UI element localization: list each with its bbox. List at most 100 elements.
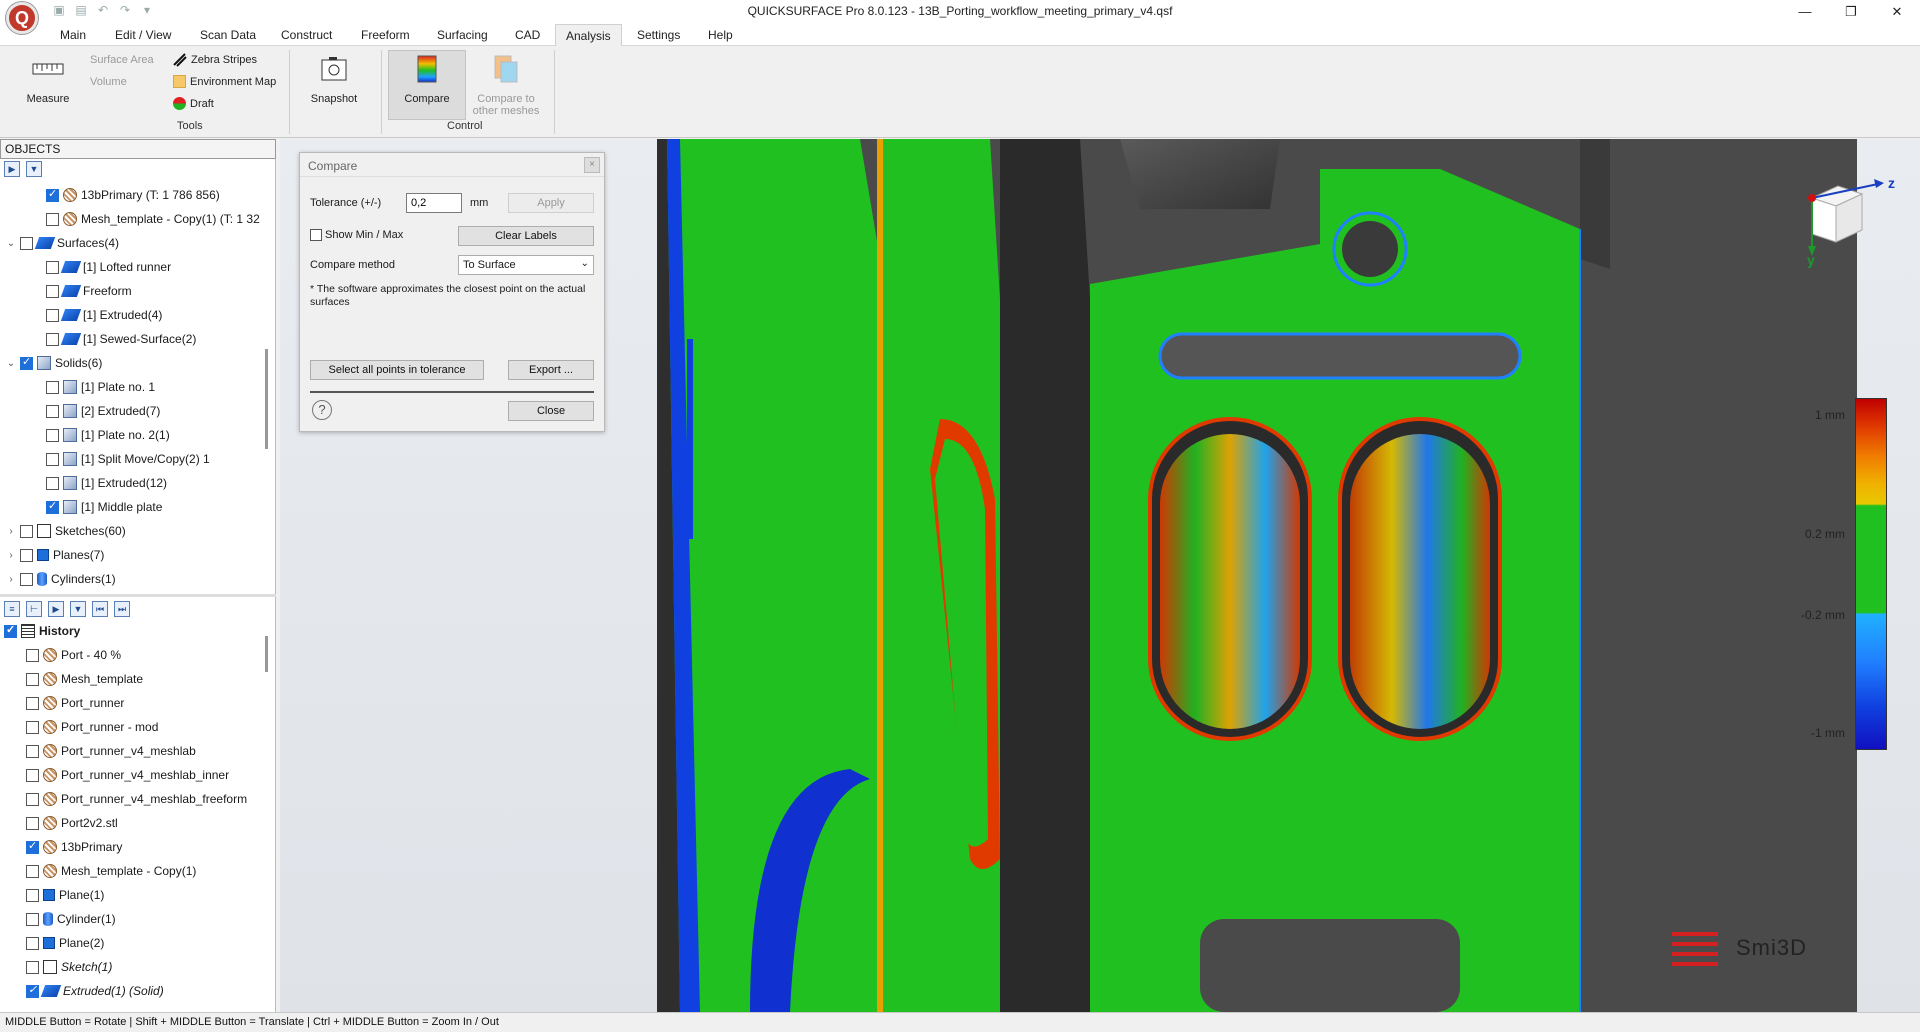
- tree-row[interactable]: [1] Plate no. 2(1): [46, 425, 170, 445]
- tab-freeform[interactable]: Freeform: [361, 28, 410, 42]
- tree-row[interactable]: [1] Lofted runner: [46, 257, 171, 277]
- tab-main[interactable]: Main: [60, 28, 86, 42]
- history-row[interactable]: Port_runner_v4_meshlab: [26, 741, 196, 761]
- history-row[interactable]: Port_runner: [26, 693, 124, 713]
- dialog-close-icon[interactable]: ×: [584, 157, 600, 173]
- tree-row[interactable]: [2] Extruded(7): [46, 401, 160, 421]
- close-button[interactable]: Close: [508, 401, 594, 421]
- tree-row[interactable]: [1] Extruded(12): [46, 473, 167, 493]
- help-icon[interactable]: ?: [312, 400, 332, 420]
- panel-divider[interactable]: [0, 594, 276, 597]
- expand-icon[interactable]: ▶: [48, 601, 64, 617]
- history-row[interactable]: Port2v2.stl: [26, 813, 118, 833]
- visibility-checkbox[interactable]: [20, 355, 33, 370]
- tree-row[interactable]: [1] Sewed-Surface(2): [46, 329, 196, 349]
- visibility-checkbox[interactable]: [20, 548, 33, 562]
- app-logo-icon[interactable]: Q: [6, 2, 38, 34]
- clear-labels-button[interactable]: Clear Labels: [458, 226, 594, 246]
- visibility-checkbox[interactable]: [26, 696, 39, 710]
- chevron-down-icon[interactable]: ⌄: [6, 358, 16, 369]
- tree-row[interactable]: [1] Plate no. 1: [46, 377, 155, 397]
- tree-view-icon[interactable]: ⊢: [26, 601, 42, 617]
- environment-map-button[interactable]: Environment Map: [173, 75, 276, 88]
- history-scrollbar[interactable]: [265, 636, 268, 672]
- tab-analysis[interactable]: Analysis: [555, 24, 622, 47]
- visibility-checkbox[interactable]: [26, 768, 39, 782]
- tab-scan-data[interactable]: Scan Data: [200, 28, 256, 42]
- visibility-checkbox[interactable]: [46, 380, 59, 394]
- visibility-checkbox[interactable]: [46, 308, 59, 322]
- chevron-right-icon[interactable]: ›: [6, 574, 16, 585]
- history-root[interactable]: History: [4, 621, 80, 641]
- list-view-icon[interactable]: ≡: [4, 601, 20, 617]
- visibility-checkbox[interactable]: [26, 888, 39, 902]
- history-row[interactable]: Port_runner_v4_meshlab_freeform: [26, 789, 247, 809]
- zebra-stripes-button[interactable]: Zebra Stripes: [173, 53, 257, 67]
- tree-row[interactable]: [1] Split Move/Copy(2) 1: [46, 449, 210, 469]
- tree-row[interactable]: › Sketches(60): [6, 521, 126, 541]
- visibility-checkbox[interactable]: [26, 960, 39, 974]
- visibility-checkbox[interactable]: [26, 983, 39, 998]
- history-row[interactable]: Mesh_template - Copy(1): [26, 861, 196, 881]
- visibility-checkbox[interactable]: [4, 623, 17, 638]
- history-row[interactable]: 13bPrimary: [26, 837, 122, 857]
- tree-row[interactable]: Freeform: [46, 281, 132, 301]
- history-row[interactable]: Cylinder(1): [26, 909, 116, 929]
- filter-icon[interactable]: ▼: [70, 601, 86, 617]
- visibility-checkbox[interactable]: [46, 452, 59, 466]
- history-row[interactable]: Port_runner_v4_meshlab_inner: [26, 765, 229, 785]
- tree-row[interactable]: › Cylinders(1): [6, 569, 116, 589]
- axis-orientation-gizmo[interactable]: [1800, 178, 1900, 268]
- snapshot-button[interactable]: Snapshot: [304, 54, 364, 105]
- close-icon[interactable]: ✕: [1874, 0, 1920, 24]
- visibility-checkbox[interactable]: [20, 572, 33, 586]
- tree-row[interactable]: Mesh_template - Copy(1) (T: 1 32: [46, 209, 260, 229]
- history-row[interactable]: Sketch(1): [26, 957, 112, 977]
- history-row[interactable]: Plane(2): [26, 933, 104, 953]
- tree-row[interactable]: ⌄ Solids(6): [6, 353, 102, 373]
- show-minmax-box[interactable]: [310, 229, 322, 241]
- compare-method-select[interactable]: To Surface ⌄: [458, 255, 594, 275]
- history-row[interactable]: Mesh_template: [26, 669, 143, 689]
- measure-button[interactable]: Measure: [22, 54, 74, 105]
- chevron-down-icon[interactable]: ⌄: [6, 238, 16, 249]
- visibility-checkbox[interactable]: [26, 864, 39, 878]
- tolerance-input[interactable]: [406, 193, 462, 213]
- minimize-icon[interactable]: —: [1782, 0, 1828, 24]
- tree-row[interactable]: [1] Middle plate: [46, 497, 162, 517]
- objects-scrollbar[interactable]: [265, 349, 268, 449]
- last-step-icon[interactable]: ⏭: [114, 601, 130, 617]
- restore-icon[interactable]: ❐: [1828, 0, 1874, 24]
- apply-button[interactable]: Apply: [508, 193, 594, 213]
- tab-cad[interactable]: CAD: [515, 28, 540, 42]
- tab-edit-view[interactable]: Edit / View: [115, 28, 171, 42]
- first-step-icon[interactable]: ⏮: [92, 601, 108, 617]
- visibility-checkbox[interactable]: [46, 260, 59, 274]
- tab-construct[interactable]: Construct: [281, 28, 332, 42]
- expand-icon[interactable]: ▶: [4, 161, 20, 177]
- visibility-checkbox[interactable]: [46, 332, 59, 346]
- compare-other-meshes-button[interactable]: Compare to other meshes: [468, 54, 544, 117]
- visibility-checkbox[interactable]: [26, 720, 39, 734]
- history-row[interactable]: Port - 40 %: [26, 645, 121, 665]
- visibility-checkbox[interactable]: [26, 912, 39, 926]
- visibility-checkbox[interactable]: [46, 212, 59, 226]
- visibility-checkbox[interactable]: [46, 476, 59, 490]
- tree-row[interactable]: [1] Extruded(4): [46, 305, 162, 325]
- tree-row[interactable]: 13bPrimary (T: 1 786 856): [46, 185, 220, 205]
- visibility-checkbox[interactable]: [26, 792, 39, 806]
- show-minmax-checkbox[interactable]: Show Min / Max: [310, 229, 403, 241]
- select-all-in-tolerance-button[interactable]: Select all points in tolerance: [310, 360, 484, 380]
- tab-surfacing[interactable]: Surfacing: [437, 28, 488, 42]
- surface-area-button[interactable]: Surface Area: [90, 54, 154, 66]
- tree-row[interactable]: › Planes(7): [6, 545, 104, 565]
- volume-button[interactable]: Volume: [90, 76, 127, 88]
- chevron-right-icon[interactable]: ›: [6, 550, 16, 561]
- visibility-checkbox[interactable]: [20, 236, 33, 250]
- tree-row[interactable]: ⌄ Surfaces(4): [6, 233, 119, 253]
- visibility-checkbox[interactable]: [20, 524, 33, 538]
- visibility-checkbox[interactable]: [26, 672, 39, 686]
- visibility-checkbox[interactable]: [26, 744, 39, 758]
- tab-help[interactable]: Help: [708, 28, 733, 42]
- visibility-checkbox[interactable]: [26, 936, 39, 950]
